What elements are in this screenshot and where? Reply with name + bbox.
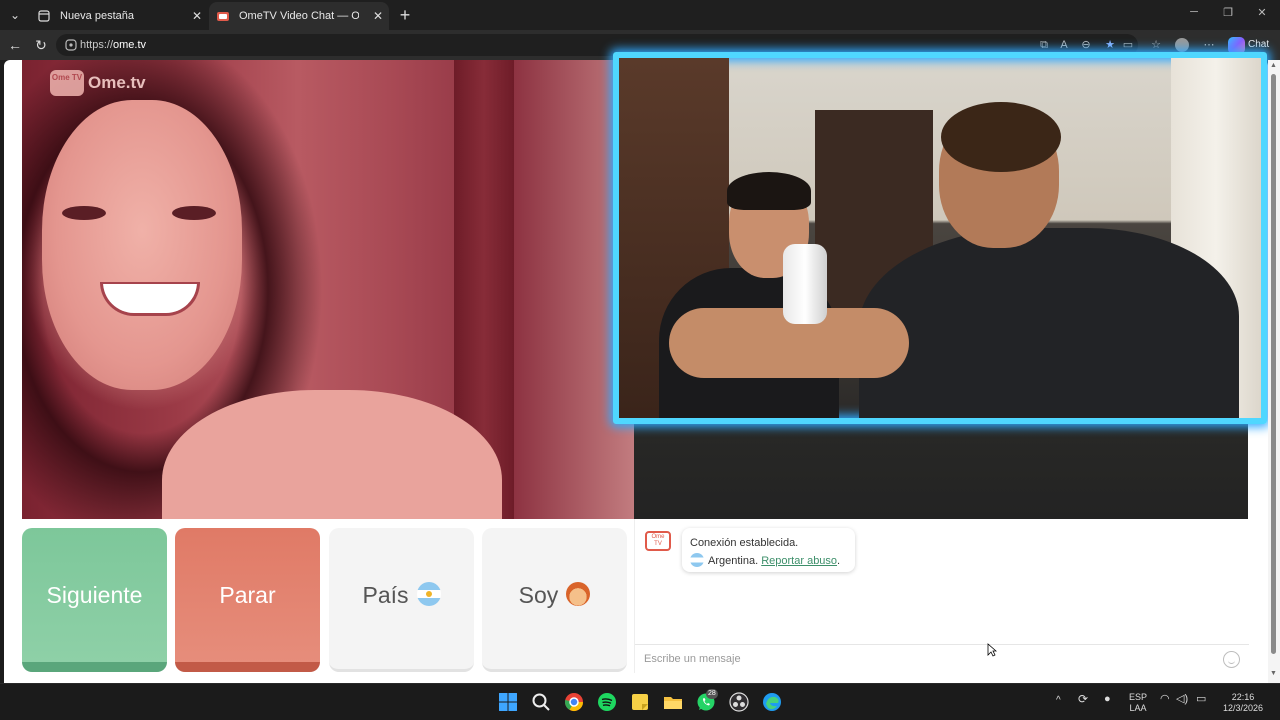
browser-tab-strip: ⌄ Nueva pestaña ✕ OmeTV Video Chat — Ome… bbox=[0, 0, 1280, 30]
argentina-flag-icon bbox=[690, 553, 704, 568]
read-aloud-icon[interactable]: A bbox=[1057, 38, 1071, 52]
argentina-flag-icon bbox=[416, 581, 441, 606]
more-options-icon[interactable]: ⋯ bbox=[1202, 38, 1216, 52]
edge-icon[interactable] bbox=[762, 692, 782, 712]
profile-avatar[interactable] bbox=[1175, 38, 1189, 52]
input-language-indicator[interactable]: ESP LAA bbox=[1126, 692, 1150, 714]
report-abuse-link[interactable]: Reportar abuso bbox=[761, 555, 837, 567]
scroll-up-icon[interactable]: ▲ bbox=[1270, 62, 1277, 69]
clock-date: 12/3/2026 bbox=[1222, 703, 1264, 713]
sync-icon[interactable]: ⟳ bbox=[1078, 693, 1088, 705]
partner-eye bbox=[62, 206, 106, 220]
partner-country-text: Argentina. bbox=[708, 555, 759, 567]
chat-message-input[interactable] bbox=[635, 644, 1249, 673]
back-arrow-icon[interactable]: ← bbox=[6, 36, 24, 54]
new-tab-plus-icon[interactable]: + bbox=[394, 3, 416, 27]
sticky-notes-icon[interactable] bbox=[630, 692, 650, 712]
camera-in-use-icon[interactable]: ▭ bbox=[1121, 38, 1135, 52]
report-suffix: . bbox=[837, 555, 841, 567]
tab-ometv[interactable]: OmeTV Video Chat — Omegle ✕ bbox=[209, 2, 389, 30]
next-button-label: Siguiente bbox=[46, 582, 143, 608]
spotify-icon[interactable] bbox=[597, 692, 617, 712]
url-text: https://ome.tv bbox=[80, 37, 146, 53]
partner-video: Ome TV Ome.tv bbox=[22, 60, 634, 519]
language-code: ESP bbox=[1128, 692, 1147, 702]
next-button[interactable]: Siguiente bbox=[22, 528, 167, 672]
new-tab-icon bbox=[38, 10, 50, 22]
person-facing-away bbox=[669, 102, 1239, 418]
search-icon[interactable] bbox=[531, 692, 551, 712]
system-message: Conexión establecida. Argentina. Reporta… bbox=[682, 528, 855, 572]
ometv-chat-avatar: Ome TV bbox=[645, 531, 671, 551]
windows-taskbar: ^ ⟳ ● ESP LAA ◠ ◁) ▭ 22:16 12/3/2026 bbox=[0, 683, 1280, 720]
favorites-icon[interactable]: ☆ bbox=[1149, 38, 1163, 52]
keyboard-layout-code: LAA bbox=[1129, 703, 1147, 713]
emoji-picker-icon[interactable] bbox=[1223, 651, 1240, 668]
connection-status-text: Conexión establecida. bbox=[690, 537, 799, 549]
ometv-logo: Ome TV Ome.tv bbox=[50, 68, 146, 98]
volume-icon[interactable]: ◁) bbox=[1176, 694, 1188, 705]
tab-title: Nueva pestaña bbox=[60, 10, 134, 22]
site-info-icon[interactable] bbox=[64, 38, 78, 52]
url-host: ome.tv bbox=[113, 39, 147, 51]
page-scrollbar[interactable]: ▲ ▼ bbox=[1268, 60, 1280, 683]
favorite-star-icon[interactable]: ★ bbox=[1103, 38, 1117, 52]
file-explorer-icon[interactable] bbox=[663, 692, 683, 712]
window-close-icon[interactable]: ✕ bbox=[1252, 6, 1272, 19]
chat-panel: Ome TV Conexión establecida. Argentina. R… bbox=[634, 519, 1249, 673]
partner-face bbox=[42, 100, 242, 390]
minimize-icon[interactable]: ─ bbox=[1184, 6, 1204, 18]
show-hidden-icons-chevron-icon[interactable]: ^ bbox=[1056, 695, 1061, 706]
stop-button[interactable]: Parar bbox=[175, 528, 320, 672]
url-scheme: https:// bbox=[80, 39, 114, 51]
partner-eye bbox=[172, 206, 216, 220]
ometv-favicon-icon bbox=[217, 12, 229, 21]
self-video-frame bbox=[613, 52, 1267, 424]
ometv-logo-text: Ome.tv bbox=[88, 73, 146, 92]
mouse-cursor-icon bbox=[987, 643, 997, 657]
scrollbar-thumb[interactable] bbox=[1271, 74, 1276, 654]
ometv-tv-icon: Ome TV bbox=[50, 70, 84, 96]
chrome-icon[interactable] bbox=[564, 692, 584, 712]
restore-icon[interactable]: ❐ bbox=[1218, 6, 1238, 19]
country-button-label: País bbox=[362, 582, 409, 608]
tab-new-tab[interactable]: Nueva pestaña ✕ bbox=[30, 2, 208, 30]
country-line: Argentina. Reportar abuso. bbox=[690, 552, 855, 570]
whatsapp-unread-badge: 28 bbox=[706, 689, 718, 699]
microphone-icon[interactable]: ● bbox=[1104, 694, 1111, 705]
reload-icon[interactable]: ↻ bbox=[32, 36, 50, 54]
tab-title: OmeTV Video Chat — Omegle bbox=[239, 10, 359, 22]
gender-filter-button[interactable]: Soy bbox=[482, 528, 627, 672]
windows-start-icon[interactable] bbox=[498, 692, 518, 712]
thermos bbox=[783, 244, 827, 324]
clock-time: 22:16 bbox=[1231, 692, 1255, 702]
tab-close-icon[interactable]: ✕ bbox=[373, 2, 383, 30]
browser-extension-icon[interactable]: ⊖ bbox=[1079, 38, 1093, 52]
stop-button-label: Parar bbox=[219, 582, 276, 608]
country-filter-button[interactable]: País bbox=[329, 528, 474, 672]
obs-icon[interactable] bbox=[729, 692, 749, 712]
clock[interactable]: 22:16 12/3/2026 bbox=[1220, 692, 1266, 714]
split-screen-icon[interactable]: ⧉ bbox=[1037, 38, 1051, 52]
battery-icon[interactable]: ▭ bbox=[1196, 694, 1206, 705]
tab-actions-chevron-icon[interactable]: ⌄ bbox=[4, 4, 26, 26]
wifi-icon[interactable]: ◠ bbox=[1160, 694, 1170, 705]
gender-button-label: Soy bbox=[518, 582, 559, 608]
boy-emoji-icon bbox=[566, 581, 591, 606]
tab-close-icon[interactable]: ✕ bbox=[192, 2, 202, 30]
scroll-down-icon[interactable]: ▼ bbox=[1270, 670, 1277, 677]
chat-button-label: Chat bbox=[1248, 39, 1270, 50]
